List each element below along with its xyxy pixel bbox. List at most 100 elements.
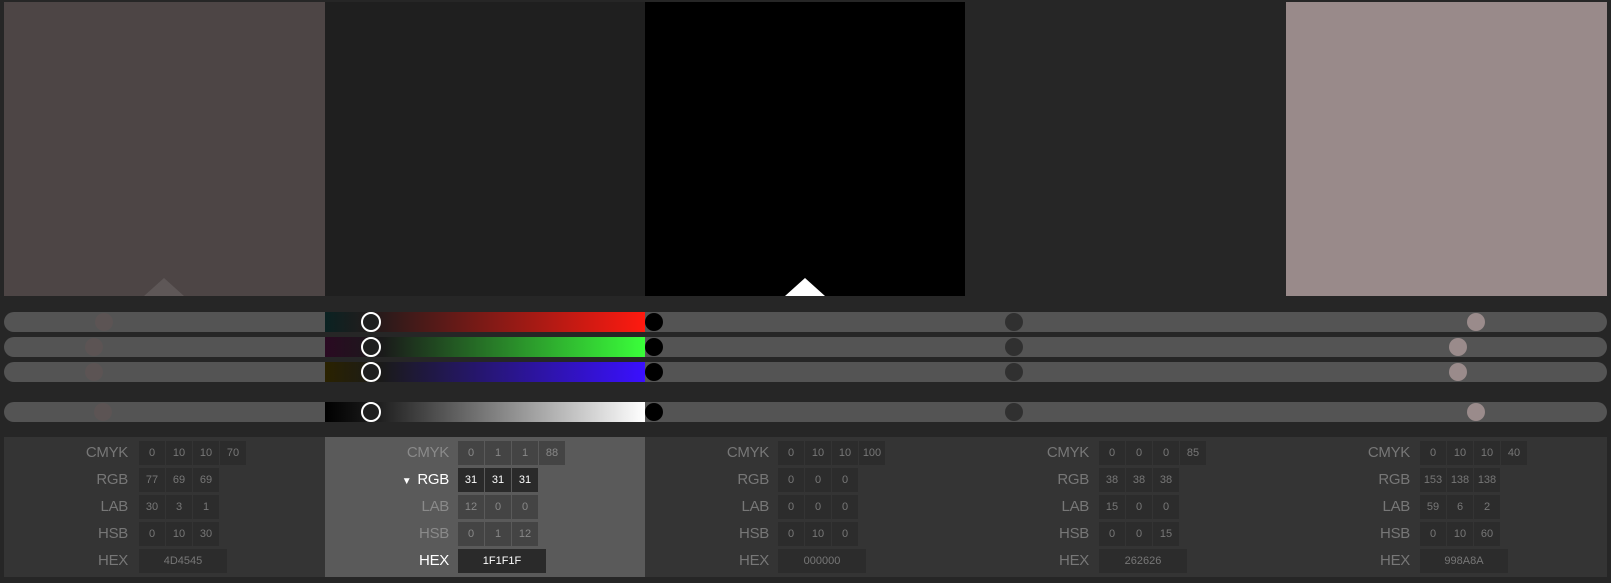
slider-knob[interactable] [1005, 338, 1023, 356]
slider-knob[interactable] [1449, 338, 1467, 356]
hsb-b-value[interactable]: 12 [512, 522, 538, 546]
hsb-h-value[interactable]: 0 [1099, 522, 1125, 546]
lab-b-value[interactable]: 2 [1474, 495, 1500, 519]
rgb-b-value[interactable]: 69 [193, 468, 219, 492]
rgb-b-value[interactable]: 0 [832, 468, 858, 492]
blue-slider-track[interactable] [4, 362, 1607, 382]
cmyk-k-value[interactable]: 70 [220, 441, 246, 465]
hsb-s-value[interactable]: 10 [166, 522, 192, 546]
hex-value[interactable]: 1F1F1F [458, 549, 546, 573]
slider-knob[interactable] [1449, 363, 1467, 381]
rgb-b-value[interactable]: 31 [512, 468, 538, 492]
cmyk-y-value[interactable]: 10 [193, 441, 219, 465]
luminance-end-handle[interactable] [645, 403, 663, 421]
slider-knob[interactable] [1005, 313, 1023, 331]
slider-knob[interactable] [85, 338, 103, 356]
rgb-label[interactable]: ▼ RGB [402, 468, 450, 492]
lab-l-value[interactable]: 12 [458, 495, 484, 519]
blue-end-handle[interactable] [645, 363, 663, 381]
lab-a-value[interactable]: 3 [166, 495, 192, 519]
cmyk-k-value[interactable]: 85 [1180, 441, 1206, 465]
lab-a-value[interactable]: 0 [485, 495, 511, 519]
slider-knob[interactable] [1467, 403, 1485, 421]
cmyk-c-value[interactable]: 0 [458, 441, 484, 465]
hsb-s-value[interactable]: 10 [1447, 522, 1473, 546]
hex-value[interactable]: 262626 [1099, 549, 1187, 573]
cmyk-y-value[interactable]: 0 [1153, 441, 1179, 465]
hsb-s-value[interactable]: 0 [1126, 522, 1152, 546]
cmyk-c-value[interactable]: 0 [1420, 441, 1446, 465]
cmyk-k-value[interactable]: 40 [1501, 441, 1527, 465]
lab-b-value[interactable]: 0 [1153, 495, 1179, 519]
hex-value[interactable]: 000000 [778, 549, 866, 573]
rgb-g-value[interactable]: 69 [166, 468, 192, 492]
green-end-handle[interactable] [645, 338, 663, 356]
cmyk-m-value[interactable]: 0 [1126, 441, 1152, 465]
color-swatch-3[interactable] [645, 2, 965, 296]
rgb-r-value[interactable]: 153 [1420, 468, 1446, 492]
color-swatch-2[interactable] [325, 2, 645, 296]
rgb-r-value[interactable]: 77 [139, 468, 165, 492]
cmyk-m-value[interactable]: 10 [166, 441, 192, 465]
cmyk-y-value[interactable]: 1 [512, 441, 538, 465]
blue-slider-handle[interactable] [361, 362, 381, 382]
green-slider-handle[interactable] [361, 337, 381, 357]
slider-knob[interactable] [85, 363, 103, 381]
hsb-s-value[interactable]: 1 [485, 522, 511, 546]
hsb-b-value[interactable]: 15 [1153, 522, 1179, 546]
cmyk-m-value[interactable]: 1 [485, 441, 511, 465]
rgb-g-value[interactable]: 138 [1447, 468, 1473, 492]
slider-knob[interactable] [1005, 403, 1023, 421]
lab-b-value[interactable]: 0 [832, 495, 858, 519]
slider-knob[interactable] [1005, 363, 1023, 381]
lab-l-value[interactable]: 30 [139, 495, 165, 519]
slider-knob[interactable] [95, 313, 113, 331]
lab-a-value[interactable]: 6 [1447, 495, 1473, 519]
slider-knob[interactable] [94, 403, 112, 421]
hsb-h-value[interactable]: 0 [1420, 522, 1446, 546]
lab-l-value[interactable]: 0 [778, 495, 804, 519]
green-slider-track[interactable] [4, 337, 1607, 357]
rgb-r-value[interactable]: 31 [458, 468, 484, 492]
hsb-h-value[interactable]: 0 [139, 522, 165, 546]
cmyk-y-value[interactable]: 10 [832, 441, 858, 465]
cmyk-k-value[interactable]: 88 [539, 441, 565, 465]
cmyk-k-value[interactable]: 100 [859, 441, 885, 465]
rgb-r-value[interactable]: 0 [778, 468, 804, 492]
rgb-g-value[interactable]: 38 [1126, 468, 1152, 492]
rgb-b-value[interactable]: 38 [1153, 468, 1179, 492]
red-slider-handle[interactable] [361, 312, 381, 332]
cmyk-c-value[interactable]: 0 [778, 441, 804, 465]
hsb-b-value[interactable]: 0 [832, 522, 858, 546]
luminance-slider-track[interactable] [4, 402, 1607, 422]
lab-l-value[interactable]: 59 [1420, 495, 1446, 519]
color-swatch-5[interactable] [1286, 2, 1607, 296]
color-swatch-1[interactable] [4, 2, 325, 296]
lab-l-value[interactable]: 15 [1099, 495, 1125, 519]
hsb-h-value[interactable]: 0 [778, 522, 804, 546]
luminance-slider-handle[interactable] [361, 402, 381, 422]
hsb-s-value[interactable]: 10 [805, 522, 831, 546]
rgb-r-value[interactable]: 38 [1099, 468, 1125, 492]
rgb-b-value[interactable]: 138 [1474, 468, 1500, 492]
hsb-b-value[interactable]: 30 [193, 522, 219, 546]
rgb-g-value[interactable]: 31 [485, 468, 511, 492]
hsb-h-value[interactable]: 0 [458, 522, 484, 546]
lab-a-value[interactable]: 0 [1126, 495, 1152, 519]
hsb-b-value[interactable]: 60 [1474, 522, 1500, 546]
hex-value[interactable]: 998A8A [1420, 549, 1508, 573]
cmyk-y-value[interactable]: 10 [1474, 441, 1500, 465]
lab-b-value[interactable]: 1 [193, 495, 219, 519]
rgb-g-value[interactable]: 0 [805, 468, 831, 492]
cmyk-m-value[interactable]: 10 [805, 441, 831, 465]
cmyk-m-value[interactable]: 10 [1447, 441, 1473, 465]
red-slider-track[interactable] [4, 312, 1607, 332]
slider-knob[interactable] [1467, 313, 1485, 331]
red-end-handle[interactable] [645, 313, 663, 331]
color-swatch-4[interactable] [965, 2, 1286, 296]
hex-value[interactable]: 4D4545 [139, 549, 227, 573]
cmyk-c-value[interactable]: 0 [139, 441, 165, 465]
lab-a-value[interactable]: 0 [805, 495, 831, 519]
lab-b-value[interactable]: 0 [512, 495, 538, 519]
cmyk-c-value[interactable]: 0 [1099, 441, 1125, 465]
